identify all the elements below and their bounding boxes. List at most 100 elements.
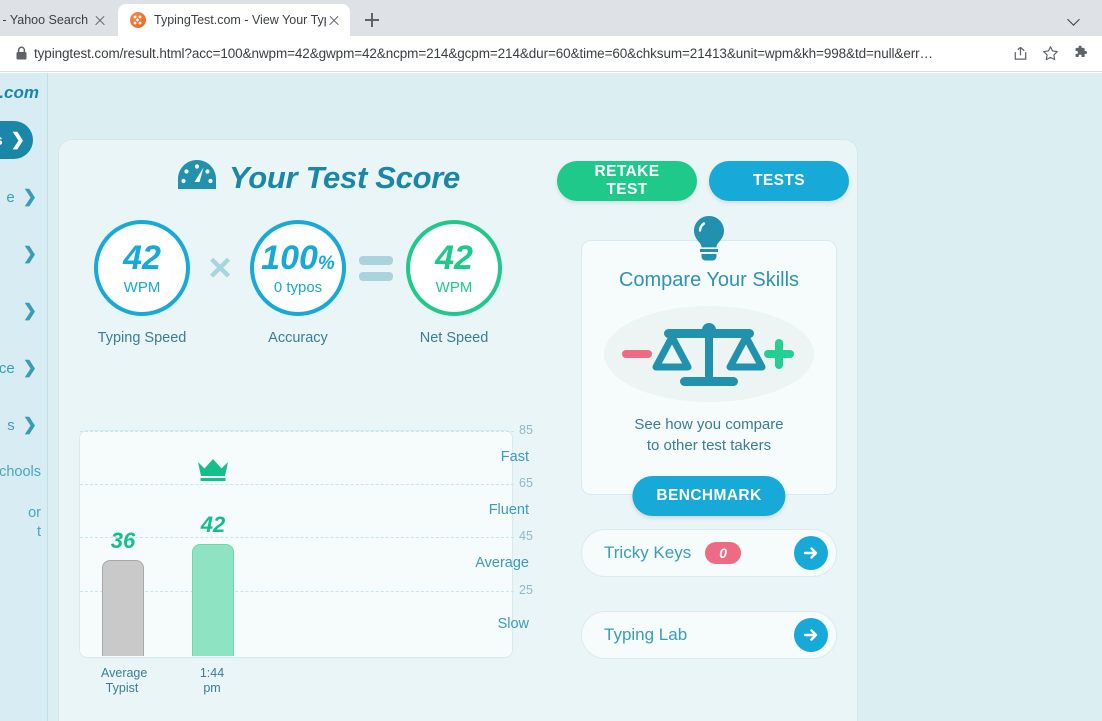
close-icon[interactable] bbox=[92, 12, 108, 28]
page-title-text: Your Test Score bbox=[229, 159, 460, 195]
tab-yahoo-search[interactable]: e - Yahoo Search bbox=[0, 4, 116, 36]
accuracy-typos: 0 typos bbox=[273, 278, 323, 296]
compare-subtitle-line2: to other test takers bbox=[646, 437, 772, 454]
sidebar-footer-line-0[interactable]: chools bbox=[0, 463, 41, 482]
balance-scale-illustration bbox=[596, 304, 822, 404]
speedometer-icon bbox=[177, 158, 217, 197]
share-icon[interactable] bbox=[1006, 40, 1034, 68]
accuracy-circle: 100% 0 typos bbox=[250, 220, 346, 316]
quick-links: Tricky Keys 0 Typing Lab bbox=[581, 529, 837, 659]
chart-bars: 36 42 bbox=[102, 429, 234, 656]
link-label: Tricky Keys bbox=[604, 543, 692, 562]
accuracy-stat: 100% 0 typos Accuracy bbox=[243, 220, 353, 346]
favicon-icon bbox=[130, 12, 146, 28]
sidebar-item-label: ce bbox=[0, 359, 15, 377]
typing-speed-unit: WPM bbox=[123, 278, 161, 296]
chart-x-label: 1:44 pm bbox=[199, 666, 225, 695]
sidebar-footer: chools or t bbox=[0, 463, 47, 542]
tab-strip: e - Yahoo Search TypingTest.com - View Y… bbox=[0, 0, 1102, 36]
balance-scale-icon bbox=[622, 323, 794, 386]
card-header: Your Test Score RETAKE TEST TESTS bbox=[59, 140, 857, 216]
chart-y-tick: 65 bbox=[519, 476, 533, 491]
chart-zone-label: Fluent bbox=[488, 501, 529, 518]
omnibox-icons bbox=[1006, 40, 1096, 68]
chart-y-tick: 45 bbox=[519, 529, 533, 544]
typing-speed-circle: 42 WPM bbox=[94, 220, 190, 316]
sidebar-item-label: s bbox=[0, 132, 3, 149]
chart-plot-area: 36 42 bbox=[79, 429, 514, 658]
compare-subtitle-line1: See how you compare bbox=[634, 416, 784, 433]
extensions-puzzle-icon[interactable] bbox=[1066, 40, 1094, 68]
arrow-right-icon[interactable] bbox=[794, 536, 828, 570]
status-badge: 0 bbox=[705, 542, 742, 564]
chevron-down-icon[interactable] bbox=[1060, 6, 1088, 30]
multiply-icon: × bbox=[197, 220, 243, 316]
net-speed-unit: WPM bbox=[435, 278, 473, 296]
bookmark-star-icon[interactable] bbox=[1036, 40, 1064, 68]
chart-zone-label: Average bbox=[475, 554, 529, 571]
net-speed-caption: Net Speed bbox=[419, 330, 489, 346]
link-row-tricky-keys[interactable]: Tricky Keys 0 bbox=[581, 529, 837, 577]
accuracy-value-wrap: 100% bbox=[261, 241, 335, 275]
sidebar-item-4[interactable]: ce ❯ bbox=[0, 349, 47, 387]
link-row-typing-lab[interactable]: Typing Lab bbox=[581, 611, 837, 659]
chevron-right-icon: ❯ bbox=[22, 187, 37, 206]
sidebar-item-label: s bbox=[7, 416, 15, 434]
retake-test-button[interactable]: RETAKE TEST bbox=[557, 161, 697, 201]
equals-symbol bbox=[359, 255, 393, 281]
chart-zone-label: Fast bbox=[500, 448, 529, 465]
typing-speed-caption: Typing Speed bbox=[97, 330, 187, 346]
page-info-icon[interactable] bbox=[10, 43, 32, 65]
address-bar[interactable]: typingtest.com/result.html?acc=100&nwpm=… bbox=[0, 36, 1102, 72]
net-speed-stat: 42 WPM Net Speed bbox=[399, 220, 509, 346]
speed-chart: 36 42 85 65 45 25 Fast Fluent Average Slow Aver… bbox=[79, 423, 539, 720]
compare-subtitle: See how you compare to other test takers bbox=[596, 414, 822, 456]
chart-bar-value: 36 bbox=[110, 528, 136, 554]
sidebar-footer-line-2[interactable]: t bbox=[0, 523, 41, 542]
chevron-right-icon: ❯ bbox=[10, 130, 25, 149]
tests-button[interactable]: TESTS bbox=[709, 161, 849, 201]
lightbulb-icon bbox=[689, 214, 729, 269]
crown-icon bbox=[183, 457, 243, 488]
tab-typingtest[interactable]: TypingTest.com - View Your Typin bbox=[118, 4, 350, 36]
new-tab-button[interactable] bbox=[358, 6, 386, 34]
chart-x-axis: Average Typist 1:44 pm bbox=[101, 666, 233, 696]
sidebar-item-0[interactable]: s ❯ bbox=[0, 121, 33, 159]
chevron-right-icon: ❯ bbox=[22, 358, 37, 377]
chart-x-label: Average Typist bbox=[101, 666, 148, 695]
page-viewport: .com s ❯ e ❯ ❯ ❯ ce bbox=[0, 73, 1102, 721]
accuracy-value: 100 bbox=[261, 238, 318, 277]
chart-bar-column: 36 bbox=[102, 429, 144, 656]
sidebar-item-2[interactable]: ❯ bbox=[0, 235, 47, 273]
chart-y-tick: 25 bbox=[519, 582, 533, 597]
multiply-symbol: × bbox=[208, 246, 232, 290]
compare-title: Compare Your Skills bbox=[618, 269, 800, 291]
header-buttons: RETAKE TEST TESTS bbox=[557, 161, 849, 201]
typing-speed-stat: 42 WPM Typing Speed bbox=[87, 220, 197, 346]
sidebar-item-1[interactable]: e ❯ bbox=[0, 178, 47, 216]
typing-speed-value: 42 bbox=[123, 238, 161, 277]
sidebar-footer-line-1[interactable]: or bbox=[0, 504, 41, 523]
link-label: Typing Lab bbox=[604, 625, 688, 644]
sidebar-item-3[interactable]: ❯ bbox=[0, 292, 47, 330]
accuracy-caption: Accuracy bbox=[268, 330, 328, 346]
compare-skills-card: Compare Your Skills See how you compare … bbox=[581, 240, 837, 516]
close-icon[interactable] bbox=[326, 12, 342, 28]
sidebar-item-5[interactable]: s ❯ bbox=[0, 406, 47, 444]
net-speed-value: 42 bbox=[435, 238, 473, 277]
score-summary: 42 WPM Typing Speed × 100% 0 typos Accur… bbox=[87, 220, 509, 346]
tab-title: e - Yahoo Search bbox=[0, 13, 89, 27]
equals-icon bbox=[353, 220, 399, 316]
right-panel: Compare Your Skills See how you compare … bbox=[581, 216, 837, 659]
chart-bar-value: 42 bbox=[200, 512, 226, 538]
page-title: Your Test Score bbox=[177, 158, 460, 197]
arrow-right-icon[interactable] bbox=[794, 618, 828, 652]
sidebar-item-label: e bbox=[6, 188, 15, 206]
chart-bar bbox=[102, 560, 144, 656]
chevron-right-icon: ❯ bbox=[22, 301, 37, 320]
benchmark-button[interactable]: BENCHMARK bbox=[632, 476, 786, 516]
chart-bar-column: 42 bbox=[192, 429, 234, 656]
browser-window: e - Yahoo Search TypingTest.com - View Y… bbox=[0, 0, 1102, 721]
tab-title: TypingTest.com - View Your Typin bbox=[154, 13, 326, 27]
site-logo: .com bbox=[0, 83, 39, 102]
